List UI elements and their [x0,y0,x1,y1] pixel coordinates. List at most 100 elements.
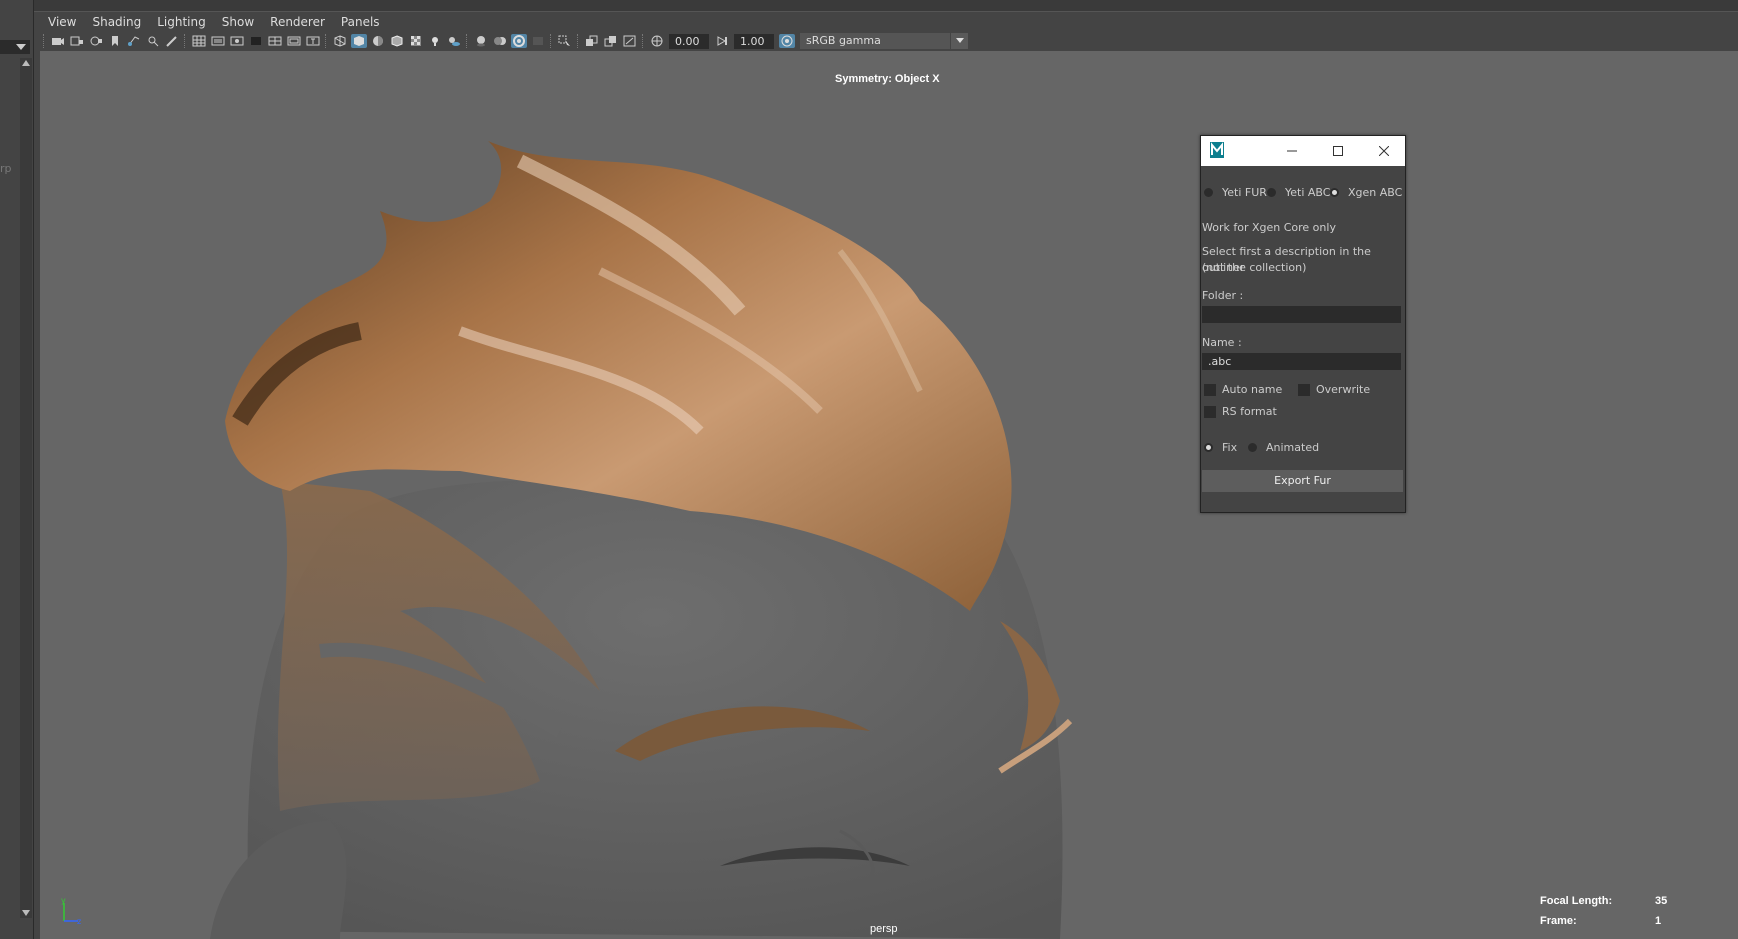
hud-label: Focal Length: [1540,895,1613,907]
textured-icon[interactable] [408,34,424,48]
axis-z-label: z [77,917,81,925]
rs-format-checkbox[interactable]: RS format [1204,405,1277,418]
axis-y-label: y [61,897,66,905]
radio-indicator[interactable] [1204,188,1213,197]
camera-attributes-icon[interactable] [69,34,85,48]
isolate-select-icon[interactable] [557,34,573,48]
motion-blur-icon[interactable] [492,34,508,48]
symmetry-label: Symmetry: Object X [835,73,940,85]
window-top-edge [0,0,1738,12]
maya-logo-icon [1210,142,1224,158]
radio-label: Yeti FUR [1222,186,1267,199]
radio-indicator[interactable] [1248,443,1257,452]
menu-view[interactable]: View [40,15,84,29]
default-material-icon[interactable] [370,34,386,48]
left-scrollbar[interactable] [20,58,32,918]
toolbar-separator [642,34,644,48]
view-transform-select[interactable]: sRGB gamma [800,33,968,49]
film-gate-icon[interactable] [210,34,226,48]
toolbar-separator [184,34,186,48]
chevron-down-icon [16,44,26,50]
camera-icon[interactable] [50,34,66,48]
radio-yeti-fur[interactable]: Yeti FUR [1204,186,1267,199]
export-fur-button[interactable]: Export Fur [1202,470,1403,492]
anti-aliasing-icon[interactable] [510,34,527,48]
field-chart-icon[interactable] [267,34,283,48]
resolution-gate-icon[interactable] [229,34,245,48]
image-plane-icon[interactable] [126,34,142,48]
radio-indicator[interactable] [1330,188,1339,197]
menu-panels[interactable]: Panels [333,15,388,29]
left-panel-strip: rp [0,0,34,939]
minimize-icon[interactable] [1283,143,1301,159]
close-icon[interactable] [1375,143,1393,159]
menu-shading[interactable]: Shading [84,15,149,29]
dialog-titlebar[interactable] [1201,136,1405,166]
exposure-icon[interactable] [649,34,665,48]
toolbar-separator [577,34,579,48]
axis-gizmo-icon: y z [61,897,81,925]
export-fur-dialog: Yeti FUR Yeti ABC Xgen ABC Work for Xgen… [1200,135,1406,513]
safe-title-icon[interactable] [305,34,321,48]
checkbox-box[interactable] [1298,383,1310,396]
radio-xgen-abc[interactable]: Xgen ABC [1330,186,1402,199]
radio-animated[interactable]: Animated [1248,441,1319,454]
safe-action-icon[interactable] [286,34,302,48]
grease-pencil-icon[interactable] [164,34,180,48]
radio-fix[interactable]: Fix [1204,441,1237,454]
left-partial-label: rp [0,162,12,175]
hud-focal-length: Focal Length: 35 [1540,895,1667,915]
hud-label: Frame: [1540,915,1577,927]
radio-label: Animated [1266,441,1320,454]
grid-icon[interactable] [191,34,207,48]
menu-renderer[interactable]: Renderer [262,15,333,29]
camera-name-label: persp [870,923,898,935]
menu-show[interactable]: Show [214,15,262,29]
selection-note-line2: (not the collection) [1202,261,1307,274]
bookmark-camera-icon[interactable] [88,34,104,48]
checkbox-label: Auto name [1222,383,1283,396]
shadows-icon[interactable] [446,34,462,48]
radio-yeti-abc[interactable]: Yeti ABC [1267,186,1330,199]
wireframe-icon[interactable] [332,34,348,48]
wireframe-on-shaded-icon[interactable] [389,34,405,48]
maximize-icon[interactable] [1329,143,1347,159]
folder-label: Folder : [1202,289,1244,302]
color-management-icon[interactable] [778,34,795,48]
viewport-3d[interactable]: Symmetry: Object X y z persp Focal Lengt… [40,51,1738,939]
checkbox-box[interactable] [1204,405,1216,418]
gamma-field[interactable]: 1.00 [734,33,774,49]
screen-space-ao-icon[interactable] [473,34,489,48]
left-dropdown[interactable] [0,40,30,54]
exposure-field[interactable]: 0.00 [669,33,709,49]
xray-active-icon[interactable] [603,34,619,48]
auto-name-checkbox[interactable]: Auto name [1204,383,1282,396]
bookmark-icon[interactable] [107,34,123,48]
chevron-down-icon[interactable] [950,33,968,49]
overwrite-checkbox[interactable]: Overwrite [1298,383,1370,396]
hud-value: 35 [1655,895,1668,907]
gate-mask-icon[interactable] [248,34,264,48]
use-all-lights-icon[interactable] [427,34,443,48]
smooth-shade-icon[interactable] [350,34,367,48]
view-transform-value: sRGB gamma [806,34,881,47]
xray-joints-icon[interactable] [622,34,638,48]
checkbox-box[interactable] [1204,383,1216,396]
gamma-icon[interactable] [714,34,730,48]
toolbar-separator [325,34,327,48]
depth-of-field-icon[interactable] [530,34,546,48]
folder-field[interactable] [1202,306,1401,323]
xgen-core-note: Work for Xgen Core only [1202,221,1336,234]
scroll-up-icon[interactable] [22,60,30,66]
toolbar-separator [550,34,552,48]
menu-lighting[interactable]: Lighting [149,15,214,29]
checkbox-label: Overwrite [1316,383,1371,396]
name-field[interactable]: .abc [1202,353,1401,370]
radio-indicator[interactable] [1204,443,1213,452]
toolbar-separator [466,34,468,48]
toolbar-separator [43,34,45,48]
scroll-down-icon[interactable] [22,910,30,916]
radio-indicator[interactable] [1267,188,1276,197]
2d-pan-zoom-icon[interactable] [145,34,161,48]
xray-icon[interactable] [584,34,600,48]
